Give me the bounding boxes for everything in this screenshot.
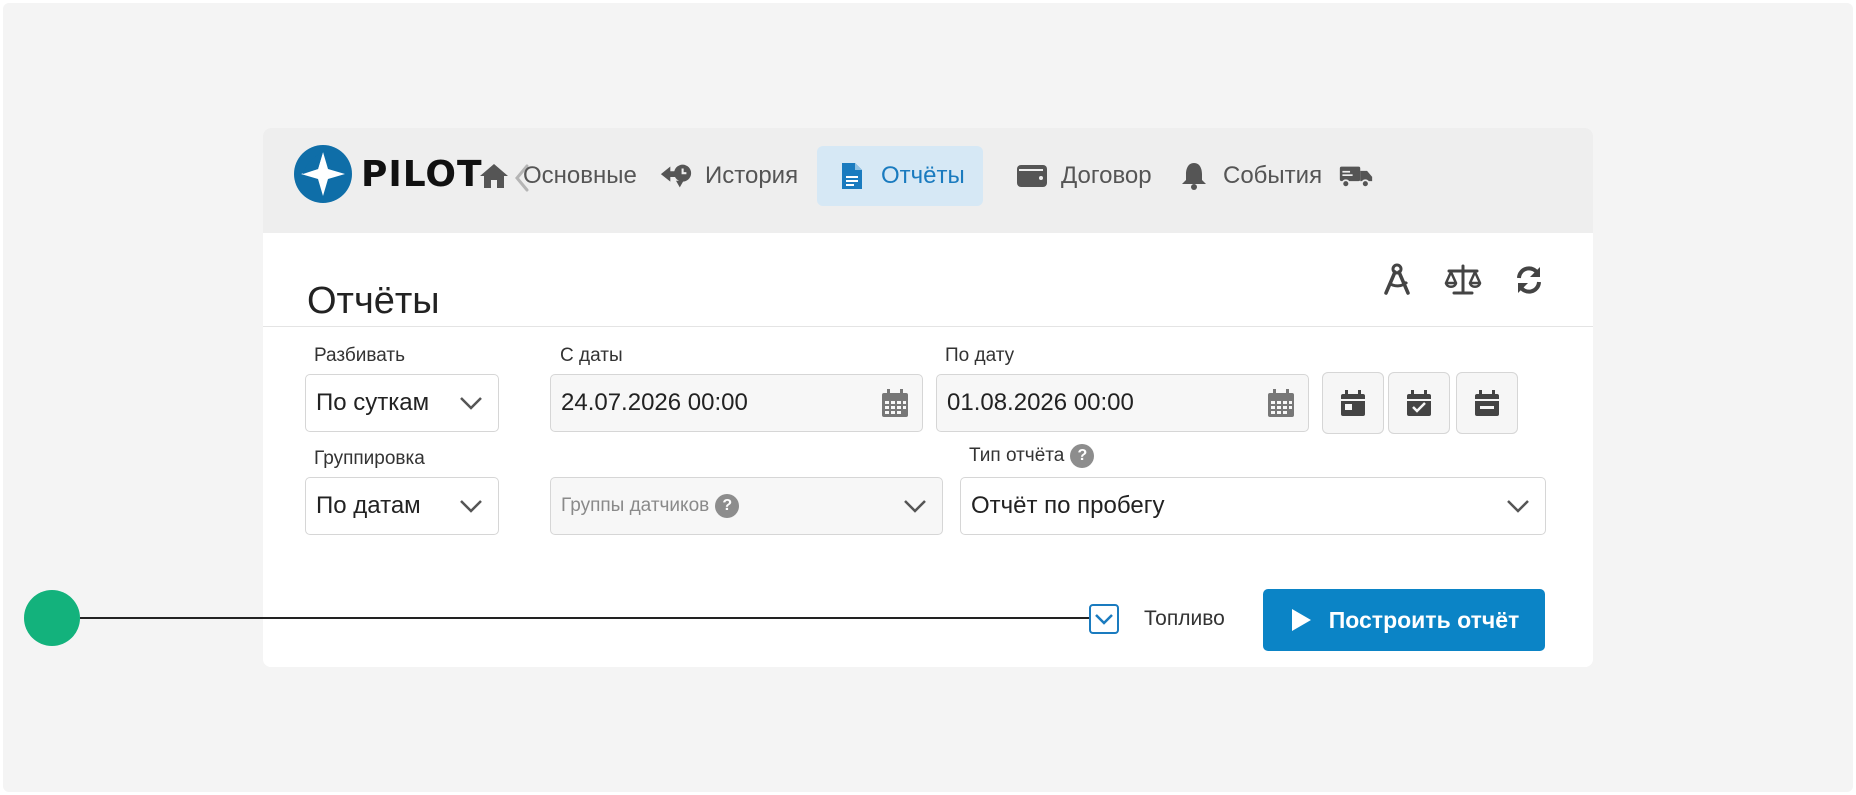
nav-item-reports[interactable]: Отчёты [817,146,983,206]
refresh-icon [1517,266,1541,294]
quick-date-week-button[interactable] [1388,372,1450,434]
help-icon[interactable]: ? [715,494,740,518]
refresh-button[interactable] [1507,258,1551,302]
wallet-icon [1015,161,1049,191]
nav-item-history[interactable]: История [641,146,816,206]
date-from-label: С даты [560,345,623,366]
chevron-down-icon [1501,489,1535,523]
report-type-label: Тип отчёта ? [969,444,1095,468]
nav-item-label: События [1223,162,1323,189]
fuel-checkbox-label[interactable]: Топливо [1144,607,1225,631]
nav-item-contract[interactable]: Договор [997,146,1170,206]
truck-icon [1339,161,1373,191]
calendar-icon[interactable] [878,386,912,420]
home-icon [477,161,511,191]
split-label: Разбивать [314,345,406,366]
compass-icon [1384,263,1410,295]
nav-item-events[interactable]: События [1159,146,1340,206]
file-icon [835,161,869,191]
history-icon [659,161,693,191]
top-navigation-bar: PILOT Основные История Отчёты Договор Со… [263,128,1593,233]
chevron-down-icon [454,489,488,523]
date-from-input[interactable]: 24.07.2026 00:00 [550,374,923,432]
nav-item-vehicles[interactable] [1321,146,1403,206]
date-to-label: По дату [945,345,1015,366]
chevron-down-icon [1095,614,1113,625]
split-select[interactable]: По суткам [305,374,499,432]
play-icon [1289,607,1313,633]
nav-item-main[interactable]: Основные [459,146,655,206]
quick-date-today-button[interactable] [1322,372,1384,434]
date-to-value: 01.08.2026 00:00 [947,389,1134,416]
header-divider [263,326,1593,327]
calendar-day-icon [1341,390,1365,416]
chevron-down-icon [898,489,932,523]
calendar-minus-icon [1475,390,1499,416]
grouping-value: По датам [316,492,421,519]
quick-date-month-button[interactable] [1456,372,1518,434]
nav-item-label: Договор [1061,162,1152,189]
sensor-groups-placeholder: Группы датчиков ? [561,494,898,518]
brand-logo[interactable]: PILOT [293,144,483,204]
split-value: По суткам [316,389,430,416]
nav-item-label: Отчёты [881,162,965,189]
nav-item-label: Основные [523,162,637,189]
bell-icon [1177,161,1211,191]
pilot-logo-icon [294,145,352,203]
help-icon[interactable]: ? [1070,444,1095,468]
compare-button[interactable] [1441,258,1485,302]
date-from-value: 24.07.2026 00:00 [561,389,748,416]
chevron-down-icon [454,386,488,420]
calendar-check-icon [1407,390,1431,416]
callout-line [80,617,1089,619]
calendar-icon[interactable] [1264,386,1298,420]
report-type-select[interactable]: Отчёт по пробегу [960,477,1546,535]
fuel-checkbox[interactable] [1089,604,1119,634]
compass-button[interactable] [1375,258,1419,302]
scales-icon [1444,264,1482,295]
app-window: PILOT Основные История Отчёты Договор Со… [263,128,1593,667]
callout-marker [24,590,80,646]
nav-item-label: История [705,162,799,189]
report-type-value: Отчёт по пробегу [971,492,1165,519]
build-report-button[interactable]: Построить отчёт [1263,589,1545,651]
grouping-select[interactable]: По датам [305,477,499,535]
sensor-groups-select[interactable]: Группы датчиков ? [550,477,943,535]
grouping-label: Группировка [314,448,425,469]
build-report-label: Построить отчёт [1328,606,1520,633]
date-to-input[interactable]: 01.08.2026 00:00 [936,374,1309,432]
page-title: Отчёты [307,280,440,322]
